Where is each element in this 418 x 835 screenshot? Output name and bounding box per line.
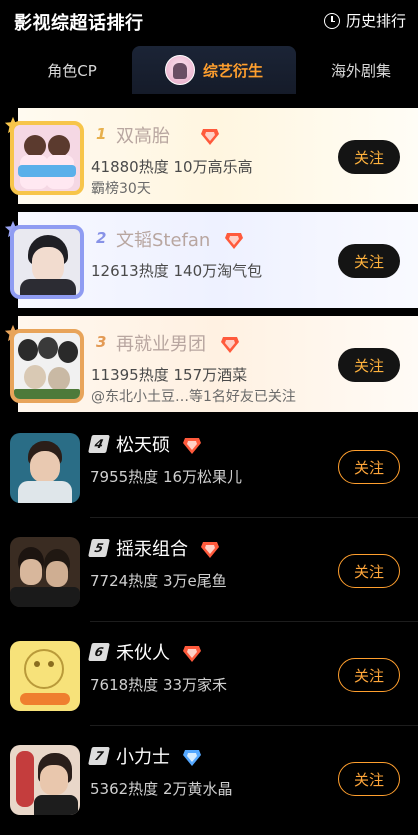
blue-gem-icon: [183, 750, 201, 766]
page-title: 影视综超话排行: [14, 13, 144, 34]
heat-stats: 5362热度 2万黄水晶: [90, 780, 233, 798]
ranking-row-4[interactable]: 4 松天硕 7955热度 16万松果儿 关注: [0, 418, 418, 518]
follow-button[interactable]: 关注: [338, 244, 400, 278]
tab-label: 综艺衍生: [202, 61, 263, 80]
heat-stats: 7724热度 3万e尾鱼: [90, 572, 227, 590]
follow-button[interactable]: 关注: [338, 554, 400, 588]
entry-name[interactable]: 文韬Stefan: [116, 226, 210, 252]
entry-name[interactable]: 再就业男团: [116, 330, 206, 356]
heat-stats: 11395热度 157万酒菜: [91, 366, 248, 384]
avatar: [10, 537, 80, 607]
heat-stats: 7618热度 33万家禾: [90, 676, 228, 694]
row-divider: [90, 621, 418, 622]
follow-button[interactable]: 关注: [338, 762, 400, 796]
avatar: [10, 745, 80, 815]
page-header: 影视综超话排行 历史排行: [0, 0, 418, 44]
entry-name[interactable]: 松天硕: [116, 431, 170, 457]
follow-button[interactable]: 关注: [338, 658, 400, 692]
ranking-row-1[interactable]: 1 双高胎 41880热度 10万高乐高 霸榜30天 关注: [4, 108, 418, 204]
avatar: [10, 433, 80, 503]
ranking-row-3[interactable]: 3 再就业男团 11395热度 157万酒菜 @东北小土豆…等1名好友已关注 关…: [4, 316, 418, 412]
tab-variety-derivative[interactable]: 综艺衍生: [132, 46, 296, 94]
entry-name[interactable]: 小力士: [116, 743, 170, 769]
row-divider: [90, 517, 418, 518]
friends-following-note: @东北小土豆…等1名好友已关注: [91, 389, 296, 405]
avatar: [10, 641, 80, 711]
clock-icon: [323, 12, 340, 29]
heat-stats: 12613热度 140万淘气包: [91, 262, 263, 280]
rank-number: 2: [96, 229, 107, 247]
ranking-row-7[interactable]: 7 小力士 5362热度 2万黄水晶 关注: [0, 730, 418, 830]
ranking-row-5[interactable]: 5 摇汞组合 7724热度 3万e尾鱼 关注: [0, 522, 418, 622]
red-gem-icon: [201, 129, 219, 145]
avatar: [10, 121, 84, 195]
rank-number: 4: [88, 435, 110, 453]
tab-label: 海外剧集: [330, 61, 391, 80]
red-gem-icon: [183, 438, 201, 454]
ranking-row-2[interactable]: 2 文韬Stefan 12613热度 140万淘气包 关注: [4, 212, 418, 308]
follow-button[interactable]: 关注: [338, 140, 400, 174]
rank-number: 5: [88, 539, 110, 557]
red-gem-icon: [225, 233, 243, 249]
tab-avatar-icon: [164, 55, 195, 85]
entry-name[interactable]: 双高胎: [116, 122, 170, 148]
red-gem-icon: [183, 646, 201, 662]
follow-button[interactable]: 关注: [338, 450, 400, 484]
heat-stats: 41880热度 10万高乐高: [91, 158, 253, 176]
entry-name[interactable]: 禾伙人: [116, 639, 170, 665]
history-ranking-button[interactable]: 历史排行: [323, 10, 406, 31]
heat-stats: 7955热度 16万松果儿: [90, 468, 243, 486]
tab-role-cp[interactable]: 角色CP: [14, 46, 130, 94]
tab-overseas-drama[interactable]: 海外剧集: [304, 46, 418, 94]
entry-name[interactable]: 摇汞组合: [116, 535, 188, 561]
avatar: [10, 329, 84, 403]
streak-label: 霸榜30天: [91, 181, 151, 197]
rank-number: 6: [88, 643, 110, 661]
avatar: [10, 225, 84, 299]
row-divider: [90, 725, 418, 726]
category-tabs: 角色CP 综艺衍生 海外剧集: [14, 46, 418, 94]
rank-number: 7: [88, 747, 110, 765]
rank-number: 1: [96, 125, 107, 143]
rank-number: 3: [96, 333, 107, 351]
red-gem-icon: [201, 542, 219, 558]
tab-label: 角色CP: [47, 61, 97, 80]
red-gem-icon: [221, 337, 239, 353]
ranking-row-6[interactable]: 6 禾伙人 7618热度 33万家禾 关注: [0, 626, 418, 726]
history-ranking-label: 历史排行: [345, 12, 406, 30]
follow-button[interactable]: 关注: [338, 348, 400, 382]
